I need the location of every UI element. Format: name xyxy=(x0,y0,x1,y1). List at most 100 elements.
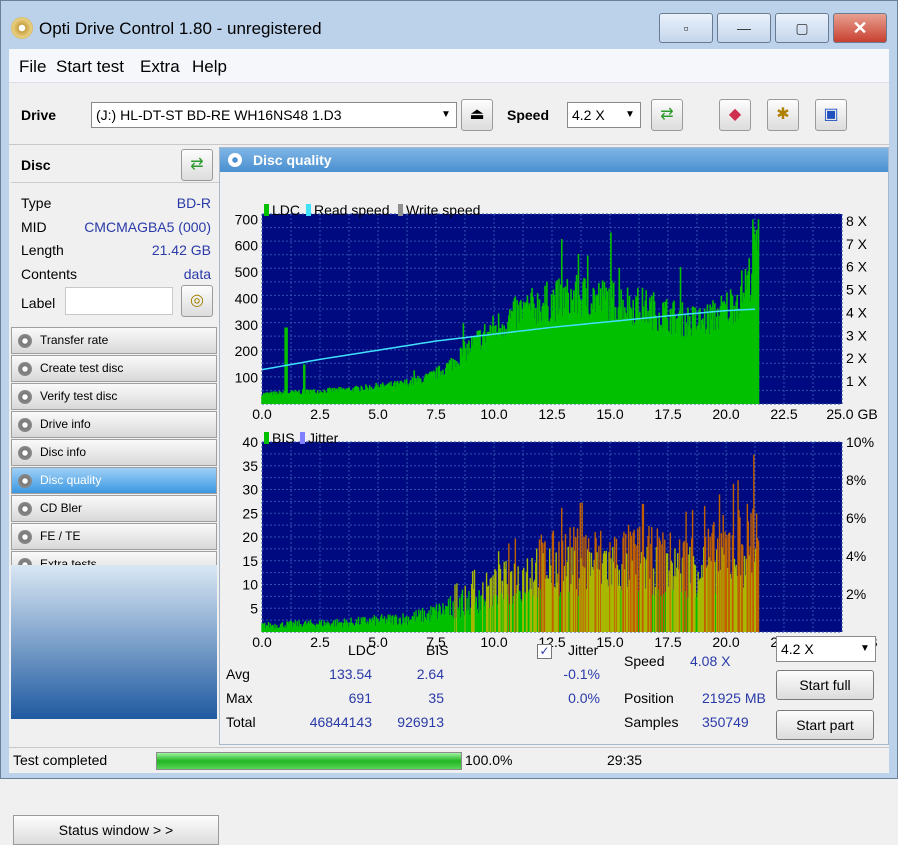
nav-background xyxy=(11,565,217,719)
test-speed-select[interactable]: 4.2 X ▼ xyxy=(776,636,876,662)
eject-button[interactable]: ⏏ xyxy=(461,99,493,131)
legend-label: Read speed xyxy=(314,202,390,218)
x-tick-label: 15.0 xyxy=(596,634,623,650)
x-tick-label: 10.0 xyxy=(480,406,507,422)
jitter-header: Jitter xyxy=(568,642,599,658)
x-tick-label: 22.5 xyxy=(770,406,797,422)
minimize-button[interactable]: — xyxy=(717,13,771,43)
x-tick-label: 2.5 xyxy=(310,634,330,650)
disc-quality-icon xyxy=(228,153,242,167)
progress-fill xyxy=(157,753,461,769)
x-tick-label: 0.0 xyxy=(252,634,272,650)
legend-swatch xyxy=(398,204,403,216)
nav-item-create-test-disc[interactable]: Create test disc xyxy=(11,355,217,382)
label-disc-button[interactable]: ◎ xyxy=(181,285,213,317)
y-tick-label: 300 xyxy=(235,317,259,333)
speed-select[interactable]: 4.2 X ▼ xyxy=(567,102,641,128)
menu-start-test[interactable]: Start test xyxy=(56,57,124,77)
refresh-speed-button[interactable]: ⇄ xyxy=(651,99,683,131)
x-tick-label: 20.0 xyxy=(712,406,739,422)
disc-label-input[interactable] xyxy=(65,287,173,315)
erase-button[interactable]: ◆ xyxy=(719,99,751,131)
status-window-button[interactable]: Status window > > xyxy=(13,815,219,845)
start-full-button[interactable]: Start full xyxy=(776,670,874,700)
y-tick-label: 200 xyxy=(235,343,259,359)
settings-button[interactable]: ✱ xyxy=(767,99,799,131)
disc-icon xyxy=(18,418,32,432)
nav-item-transfer-rate[interactable]: Transfer rate xyxy=(11,327,217,354)
start-part-button[interactable]: Start part xyxy=(776,710,874,740)
close-button[interactable]: ✕ xyxy=(833,13,887,43)
wrench-icon: ✱ xyxy=(776,106,790,123)
jitter-checkbox[interactable]: ✓ xyxy=(537,644,552,659)
ldc-avg: 133.54 xyxy=(329,666,372,682)
x-tick-label: 2.5 xyxy=(310,406,330,422)
save-button[interactable]: ▣ xyxy=(815,99,847,131)
avg-label: Avg xyxy=(226,666,250,682)
drive-select[interactable]: (J:) HL-DT-ST BD-RE WH16NS48 1.D3 ▼ xyxy=(91,102,457,128)
nav-item-disc-info[interactable]: Disc info xyxy=(11,439,217,466)
y-tick-label: 10 xyxy=(242,577,258,593)
status-bar: Test completed 100.0% 29:35 xyxy=(9,747,889,773)
drive-select-value: (J:) HL-DT-ST BD-RE WH16NS48 1.D3 xyxy=(96,107,342,123)
info-value: 21.42 GB xyxy=(151,242,211,258)
x-tick-label: 15.0 xyxy=(596,406,623,422)
maximize-button[interactable]: ▢ xyxy=(775,13,829,43)
chevron-down-icon: ▼ xyxy=(625,109,635,120)
toolbar: Drive (J:) HL-DT-ST BD-RE WH16NS48 1.D3 … xyxy=(9,85,889,145)
y2-tick-label: 6 X xyxy=(846,259,868,275)
nav-item-fe-te[interactable]: FE / TE xyxy=(11,523,217,550)
help-button[interactable]: ▫ xyxy=(659,13,713,43)
x-tick-label: 0.0 xyxy=(252,406,272,422)
nav-item-label: Disc quality xyxy=(40,473,102,487)
menu-help[interactable]: Help xyxy=(192,57,227,77)
info-value: CMCMAGBA5 (000) xyxy=(84,219,211,235)
max-label: Max xyxy=(226,690,253,706)
left-panel: Disc ⇄ Type BD-R MID CMCMAGBA5 (000) Lengt… xyxy=(11,147,219,845)
y-tick-label: 30 xyxy=(242,482,258,498)
nav-item-cd-bler[interactable]: CD Bler xyxy=(11,495,217,522)
eraser-icon: ◆ xyxy=(728,106,742,123)
info-key: Length xyxy=(21,242,64,258)
panel-header: Disc quality xyxy=(220,148,888,172)
info-value: BD-R xyxy=(176,195,211,211)
disc-icon xyxy=(18,530,32,544)
samples-value: 350749 xyxy=(702,714,749,730)
ldc-header: LDC xyxy=(348,642,377,658)
info-value: data xyxy=(183,266,211,282)
y2-tick-label: 6% xyxy=(846,510,866,526)
menu-file[interactable]: File xyxy=(19,57,46,77)
menu-extra[interactable]: Extra xyxy=(140,57,180,77)
samples-label: Samples xyxy=(624,714,679,730)
legend-label: BIS xyxy=(272,430,295,446)
disc-quality-panel: Disc quality 0.0 2.5 5.0 7.5 10.0 12.5 15.0 17.… xyxy=(219,147,889,745)
bis-header: BIS xyxy=(426,642,449,658)
refresh-icon: ⇄ xyxy=(660,106,674,123)
position-label: Position xyxy=(624,690,674,706)
nav-item-disc-quality[interactable]: Disc quality xyxy=(11,467,217,494)
disc-icon: ◎ xyxy=(190,292,204,309)
refresh-icon: ⇄ xyxy=(190,156,204,173)
nav-item-verify-test-disc[interactable]: Verify test disc xyxy=(11,383,217,410)
nav-item-label: Transfer rate xyxy=(40,333,109,347)
nav-item-drive-info[interactable]: Drive info xyxy=(11,411,217,438)
jitter-max: 0.0% xyxy=(568,690,600,706)
x-tick-label: 5.0 xyxy=(368,406,388,422)
bis-avg: 2.64 xyxy=(416,666,444,682)
disc-icon xyxy=(18,362,32,376)
status-text: Test completed xyxy=(13,752,108,768)
client-area: File Start test Extra Help Drive (J:) HL… xyxy=(9,49,889,845)
legend-swatch xyxy=(300,432,305,444)
nav-item-label: Drive info xyxy=(40,417,91,431)
info-key: MID xyxy=(21,219,47,235)
x-tick-label: 25.0 GB xyxy=(826,406,877,422)
progress-bar xyxy=(156,752,462,770)
ldc-max: 691 xyxy=(348,690,372,706)
y-tick-label: 5 xyxy=(250,600,258,616)
y-tick-label: 40 xyxy=(242,434,258,450)
y2-tick-label: 4 X xyxy=(846,304,868,320)
disc-icon xyxy=(18,390,32,404)
y-tick-label: 20 xyxy=(242,529,258,545)
speed-label: Speed xyxy=(507,107,550,123)
refresh-disc-button[interactable]: ⇄ xyxy=(181,149,213,181)
